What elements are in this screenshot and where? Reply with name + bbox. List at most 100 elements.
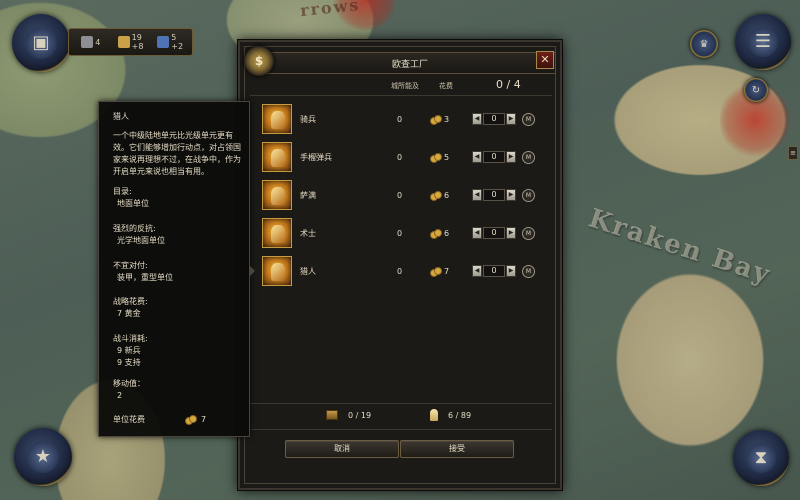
weak-value: 装甲，重型单位 <box>117 273 173 282</box>
quantity-stepper: ◀ 0 ▶ <box>472 151 516 163</box>
tooltip-battle-cost: 战斗消耗: 9 新兵 9 支持 <box>113 333 243 369</box>
strat-value: 7 黄金 <box>117 309 141 318</box>
battle-label: 战斗消耗: <box>113 334 148 343</box>
mana-icon <box>157 36 170 48</box>
divider <box>250 95 552 96</box>
unit-cost: 6 <box>444 190 450 200</box>
header-queue-count: 0 / 4 <box>496 78 521 91</box>
coin-icon <box>430 153 442 163</box>
strong-label: 强烈的反抗: <box>113 224 156 233</box>
unit-name: 萨满 <box>300 190 316 200</box>
tooltip-category: 目录: 地面单位 <box>113 186 243 210</box>
unit-portrait <box>262 142 292 172</box>
quantity-stepper: ◀ 0 ▶ <box>472 265 516 277</box>
category-value: 地面单位 <box>117 199 149 208</box>
battle-value-recruits: 9 新兵 <box>117 346 141 355</box>
coin-icon <box>430 115 442 125</box>
max-button[interactable]: M <box>522 188 535 202</box>
increment-button[interactable]: ▶ <box>506 113 516 125</box>
unit-portrait <box>262 218 292 248</box>
refresh-button[interactable]: ↻ <box>744 78 768 102</box>
unit-row-warlock[interactable]: 术士 0 6 ◀ 0 ▶ M <box>262 214 552 252</box>
unit-buildable: 0 <box>397 190 403 200</box>
close-button[interactable]: ✕ <box>536 51 554 69</box>
coin-icon <box>117 36 130 48</box>
quantity-value[interactable]: 0 <box>483 151 505 163</box>
resource-income: +8 <box>131 42 144 51</box>
quantity-value[interactable]: 0 <box>483 227 505 239</box>
journal-button[interactable]: ☰ <box>735 14 791 70</box>
move-value: 2 <box>117 391 123 400</box>
hourglass-icon: ⧗ <box>745 442 777 474</box>
quest-button[interactable]: ★ <box>14 428 72 486</box>
increment-button[interactable]: ▶ <box>506 265 516 277</box>
cancel-button[interactable]: 取消 <box>285 440 399 458</box>
unit-row-cavalry[interactable]: 骑兵 0 3 ◀ 0 ▶ M <box>262 100 552 138</box>
gear-icon <box>81 36 94 48</box>
decrement-button[interactable]: ◀ <box>472 227 482 239</box>
move-label: 移动值： <box>113 379 145 388</box>
quantity-value[interactable]: 0 <box>483 113 505 125</box>
crown-icon: ♛ <box>699 38 709 50</box>
quantity-stepper: ◀ 0 ▶ <box>472 227 516 239</box>
unit-buildable: 0 <box>397 266 403 276</box>
increment-button[interactable]: ▶ <box>506 227 516 239</box>
unit-list: 骑兵 0 3 ◀ 0 ▶ M 手榴弹兵 0 5 ◀ 0 ▶ M 萨满 0 6 ◀… <box>262 100 552 290</box>
unit-buildable: 0 <box>397 152 403 162</box>
decrement-button[interactable]: ◀ <box>472 189 482 201</box>
coin-icon <box>430 191 442 201</box>
resource-gear: 4 <box>73 36 109 48</box>
unit-buildable: 0 <box>397 114 403 124</box>
resource-value: 4 <box>95 37 101 47</box>
coin-icon <box>185 415 197 425</box>
max-button[interactable]: M <box>522 150 535 164</box>
treasure-chest-icon <box>326 410 338 420</box>
tooltip-description: 一个中级陆地单元比光级单元更有效。它们能够增加行动点，对占领国家来说再理想不过，… <box>113 131 241 176</box>
increment-button[interactable]: ▶ <box>506 151 516 163</box>
category-label: 目录: <box>113 187 132 196</box>
end-turn-button[interactable]: ⧗ <box>733 430 789 486</box>
header-buildable: 城所能及 <box>391 82 419 90</box>
tooltip-weak-against: 不宜对付: 装甲，重型单位 <box>113 260 243 284</box>
max-button[interactable]: M <box>522 226 535 240</box>
refresh-icon: ↻ <box>751 84 761 96</box>
unit-row-grenadier[interactable]: 手榴弹兵 0 5 ◀ 0 ▶ M <box>262 138 552 176</box>
castle-icon: ▣ <box>25 27 57 59</box>
side-panel-tab[interactable]: ≡ <box>788 146 798 160</box>
resource-value: 5 <box>171 33 177 42</box>
decrement-button[interactable]: ◀ <box>472 113 482 125</box>
tooltip-title: 猎人 <box>113 112 129 121</box>
unit-name: 猎人 <box>300 266 316 276</box>
decrement-button[interactable]: ◀ <box>472 265 482 277</box>
pawn-icon <box>430 409 438 421</box>
empire-menu-button[interactable]: ▣ <box>12 14 70 72</box>
accept-button[interactable]: 接受 <box>400 440 514 458</box>
resource-gold: 19 +8 <box>113 33 149 51</box>
max-button[interactable]: M <box>522 112 535 126</box>
tooltip-strong-against: 强烈的反抗: 光学地面单位 <box>113 223 243 247</box>
tooltip-pointer <box>249 265 255 277</box>
increment-button[interactable]: ▶ <box>506 189 516 201</box>
factory-gear-icon: $ <box>244 46 274 76</box>
unit-row-shaman[interactable]: 萨满 0 6 ◀ 0 ▶ M <box>262 176 552 214</box>
unit-portrait <box>262 180 292 210</box>
quantity-stepper: ◀ 0 ▶ <box>472 113 516 125</box>
unit-cost-value: 7 <box>201 415 207 424</box>
unit-name: 骑兵 <box>300 114 316 124</box>
resource-bar: 4 19 +8 5 +2 <box>68 28 193 56</box>
unit-row-hunter[interactable]: 猎人 0 7 ◀ 0 ▶ M <box>262 252 552 290</box>
unit-capacity-total: 6 / 89 <box>448 411 472 420</box>
unit-portrait <box>262 104 292 134</box>
decrement-button[interactable]: ◀ <box>472 151 482 163</box>
tooltip-movement: 移动值： 2 <box>113 378 243 402</box>
quantity-value[interactable]: 0 <box>483 265 505 277</box>
max-button[interactable]: M <box>522 264 535 278</box>
tooltip-strategic-cost: 战略花费: 7 黄金 <box>113 296 243 320</box>
unit-cost: 5 <box>444 152 450 162</box>
quantity-value[interactable]: 0 <box>483 189 505 201</box>
battle-value-support: 9 支持 <box>117 358 141 367</box>
diplomacy-button[interactable]: ♛ <box>690 30 718 58</box>
column-headers: 城所能及 花费 0 / 4 <box>246 78 558 94</box>
quantity-stepper: ◀ 0 ▶ <box>472 189 516 201</box>
unit-portrait <box>262 256 292 286</box>
